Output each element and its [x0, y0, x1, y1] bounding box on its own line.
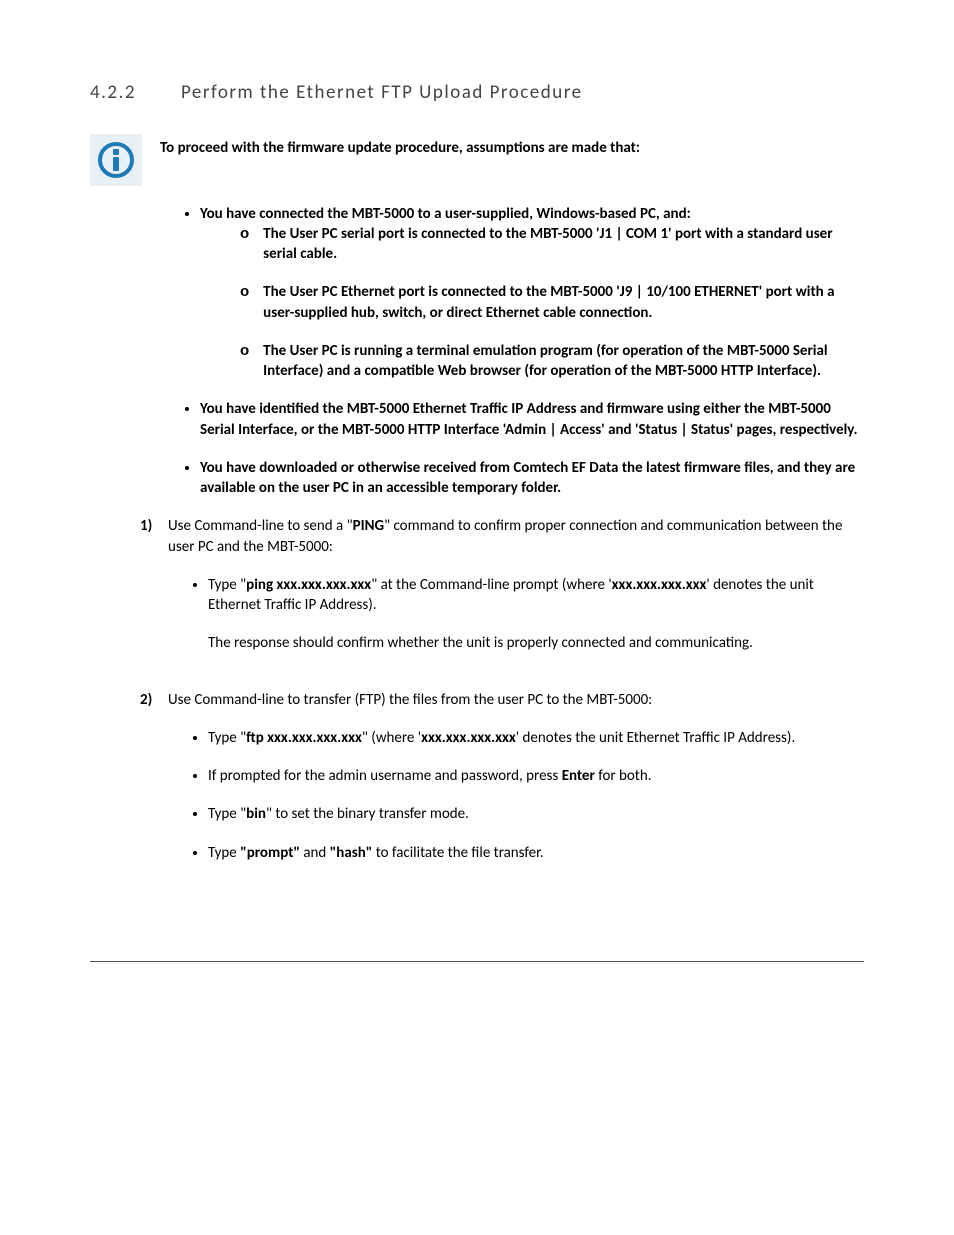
step-2-body: Use Command-line to transfer (FTP) the f… [168, 690, 864, 881]
footer-rule [90, 961, 864, 962]
assumption-1: You have connected the MBT-5000 to a use… [200, 204, 864, 382]
step-1-bullet-1: Type "ping xxx.xxx.xxx.xxx" at the Comma… [208, 575, 864, 654]
assumption-1-sub-1: The User PC serial port is connected to … [240, 224, 864, 265]
assumption-3: You have downloaded or otherwise receive… [200, 458, 864, 499]
info-icon [90, 134, 142, 186]
heading-number: 4.2.2 [90, 81, 136, 104]
intro-row: To proceed with the firmware update proc… [90, 134, 864, 186]
step-1-number: 1) [140, 516, 168, 671]
step-2-bullet-4: Type "prompt" and "hash" to facilitate t… [208, 843, 864, 863]
step-2-bullet-2: If prompted for the admin username and p… [208, 766, 864, 786]
steps-block: 1) Use Command-line to send a "PING" com… [90, 516, 864, 881]
step-2-bullet-1: Type "ftp xxx.xxx.xxx.xxx" (where 'xxx.x… [208, 728, 864, 748]
intro-text: To proceed with the firmware update proc… [160, 134, 640, 158]
assumption-1-sub-2: The User PC Ethernet port is connected t… [240, 282, 864, 323]
step-2: 2) Use Command-line to transfer (FTP) th… [140, 690, 864, 881]
section-heading: 4.2.2 Perform the Ethernet FTP Upload Pro… [90, 80, 864, 106]
assumption-2: You have identified the MBT-5000 Etherne… [200, 399, 864, 440]
step-1-body: Use Command-line to send a "PING" comman… [168, 516, 864, 671]
assumption-1-sub-3: The User PC is running a terminal emulat… [240, 341, 864, 382]
step-1-bullet-1-para: The response should confirm whether the … [208, 633, 864, 653]
step-2-number: 2) [140, 690, 168, 881]
heading-title: Perform the Ethernet FTP Upload Procedur… [181, 81, 583, 104]
assumption-1-text: You have connected the MBT-5000 to a use… [200, 205, 691, 223]
step-2-bullet-3: Type "bin" to set the binary transfer mo… [208, 804, 864, 824]
assumptions-block: You have connected the MBT-5000 to a use… [160, 204, 864, 499]
step-1: 1) Use Command-line to send a "PING" com… [140, 516, 864, 671]
